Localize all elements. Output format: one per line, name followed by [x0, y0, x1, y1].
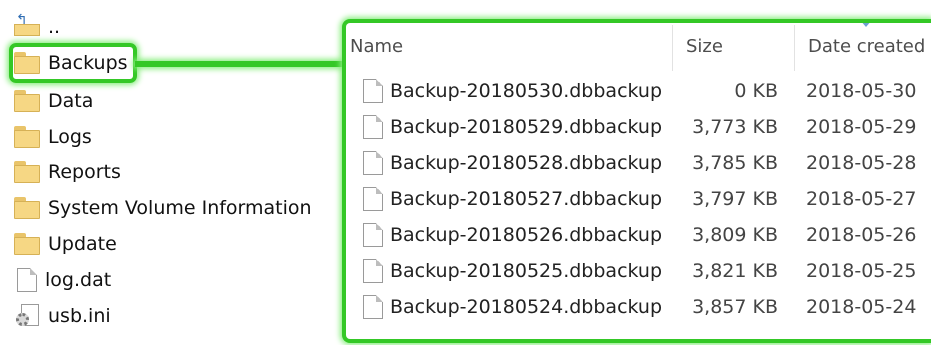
column-header-size[interactable]: Size	[686, 36, 723, 57]
tree-item-parent[interactable]: ..	[14, 12, 60, 42]
file-date-created: 2018-05-25	[806, 260, 917, 282]
file-size: 3,785 KB	[692, 152, 778, 174]
file-date-created: 2018-05-29	[806, 116, 917, 138]
file-icon	[363, 295, 383, 319]
tree-item-system-volume-information[interactable]: System Volume Information	[14, 193, 312, 223]
folder-icon	[14, 233, 40, 255]
file-row[interactable]: Backup-20180528.dbbackup 3,785 KB 2018-0…	[346, 145, 931, 181]
file-row[interactable]: Backup-20180529.dbbackup 3,773 KB 2018-0…	[346, 109, 931, 145]
folder-icon	[14, 126, 40, 148]
tree-item-label: System Volume Information	[48, 197, 312, 219]
tree-item-logs[interactable]: Logs	[14, 122, 92, 152]
file-icon	[363, 259, 383, 283]
sort-arrow-icon	[860, 23, 872, 27]
file-icon	[363, 187, 383, 211]
tree-item-label: Update	[48, 233, 117, 255]
column-header-date-created[interactable]: Date created	[808, 36, 925, 57]
file-size: 3,821 KB	[692, 260, 778, 282]
column-header-name[interactable]: Name	[350, 36, 403, 57]
tree-item-label: log.dat	[45, 269, 112, 291]
file-date-created: 2018-05-28	[806, 152, 917, 174]
file-row[interactable]: Backup-20180525.dbbackup 3,821 KB 2018-0…	[346, 253, 931, 289]
file-details-pane: Name Size Date created Backup-20180530.d…	[342, 19, 931, 343]
column-divider	[672, 25, 673, 71]
file-size: 0 KB	[734, 80, 778, 102]
file-date-created: 2018-05-30	[806, 80, 917, 102]
highlight-connector	[135, 61, 347, 67]
file-row[interactable]: Backup-20180527.dbbackup 3,797 KB 2018-0…	[346, 181, 931, 217]
details-header: Name Size Date created	[346, 23, 931, 73]
column-divider	[794, 25, 795, 71]
file-date-created: 2018-05-27	[806, 188, 917, 210]
file-size: 3,809 KB	[692, 224, 778, 246]
file-icon	[17, 268, 37, 292]
tree-item-label: Reports	[48, 161, 121, 183]
tree-item-label: Logs	[48, 126, 92, 148]
file-row[interactable]: Backup-20180530.dbbackup 0 KB 2018-05-30	[346, 73, 931, 109]
tree-item-label: ..	[48, 16, 61, 38]
file-icon	[363, 115, 383, 139]
file-size: 3,773 KB	[692, 116, 778, 138]
folder-icon	[14, 197, 40, 219]
parent-folder-icon	[14, 12, 40, 36]
folder-icon	[14, 90, 40, 112]
file-icon	[363, 151, 383, 175]
file-icon	[363, 79, 383, 103]
settings-file-icon	[16, 304, 40, 328]
file-date-created: 2018-05-24	[806, 296, 917, 318]
file-row[interactable]: Backup-20180526.dbbackup 3,809 KB 2018-0…	[346, 217, 931, 253]
file-icon	[363, 223, 383, 247]
file-row[interactable]: Backup-20180524.dbbackup 3,857 KB 2018-0…	[346, 289, 931, 325]
backups-highlight-outline	[9, 43, 137, 83]
tree-item-reports[interactable]: Reports	[14, 157, 121, 187]
tree-item-label: Data	[48, 90, 94, 112]
file-date-created: 2018-05-26	[806, 224, 917, 246]
tree-item-log-dat[interactable]: log.dat	[14, 265, 111, 295]
tree-item-data[interactable]: Data	[14, 86, 93, 116]
file-size: 3,797 KB	[692, 188, 778, 210]
tree-item-label: usb.ini	[48, 305, 111, 327]
tree-item-usb-ini[interactable]: usb.ini	[14, 301, 111, 331]
folder-icon	[14, 161, 40, 183]
tree-item-update[interactable]: Update	[14, 229, 117, 259]
file-size: 3,857 KB	[692, 296, 778, 318]
